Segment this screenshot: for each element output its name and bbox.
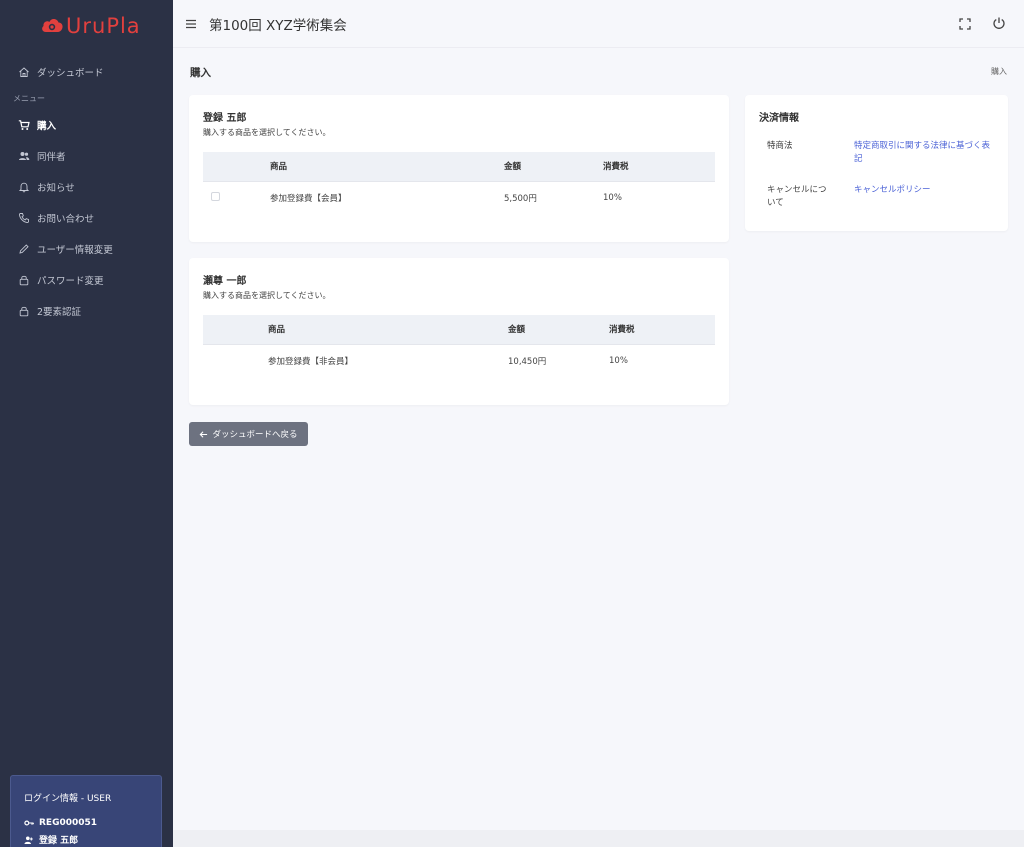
table-header-row: 商品 金額 消費税	[203, 152, 715, 181]
sidebar-section-label: メニュー	[13, 93, 45, 103]
sidebar-item-companions[interactable]: 同伴者	[0, 140, 173, 171]
sidebar-item-dashboard[interactable]: ダッシュボード	[0, 56, 173, 87]
table-row: 参加登録費【非会員】 10,450円 10%	[203, 343, 715, 378]
phone-icon	[17, 211, 30, 224]
row-empty-cell	[203, 343, 268, 378]
page-title: 購入	[190, 67, 211, 79]
sidebar-item-label: 購入	[37, 120, 57, 132]
hamburger-menu-icon[interactable]	[185, 16, 197, 30]
column-header-product: 商品	[270, 152, 504, 181]
login-name-row: 登録 五郎	[24, 833, 148, 846]
row-checkbox-cell	[203, 180, 270, 215]
sidebar: UruPla ダッシュボード メニュー 購入 同伴者 お知らせ お問い合わせ ユ…	[0, 0, 173, 847]
specified-commercial-transactions-link[interactable]: 特定商取引に関する法律に基づく表記	[854, 140, 996, 166]
card-subtitle: 購入する商品を選択してください。	[203, 291, 331, 300]
settlement-label: キャンセルについて	[767, 185, 827, 208]
product-table: 商品 金額 消費税 参加登録費【会員】 5,500円 10%	[203, 152, 715, 215]
login-info-box: ログイン情報 - USER REG000051 登録 五郎	[10, 775, 162, 847]
column-header-tax: 消費税	[603, 152, 715, 181]
fullscreen-icon[interactable]	[958, 16, 972, 30]
login-info-title: ログイン情報 - USER	[24, 794, 112, 804]
cart-icon	[17, 118, 30, 131]
back-button-label: ダッシュボードへ戻る	[212, 430, 298, 440]
cancel-policy-link[interactable]: キャンセルポリシー	[854, 184, 996, 197]
sidebar-item-label: お問い合わせ	[37, 213, 95, 225]
top-bar: 第100回 XYZ学術集会	[173, 0, 1024, 48]
footer	[173, 830, 1024, 847]
purchase-card: 登録 五郎 購入する商品を選択してください。 商品 金額 消費税 参加登録費【会…	[189, 95, 729, 242]
settlement-info-card: 決済情報 特商法 特定商取引に関する法律に基づく表記 キャンセルについて キャン…	[745, 95, 1008, 231]
bell-icon	[17, 180, 30, 193]
product-checkbox[interactable]	[211, 192, 220, 202]
breadcrumb: 購入	[991, 67, 1007, 76]
login-id-row: REG000051	[24, 818, 148, 828]
home-icon	[17, 65, 30, 78]
settlement-label: 特商法	[767, 141, 793, 151]
product-table: 商品 金額 消費税 参加登録費【非会員】 10,450円 10%	[203, 315, 715, 378]
lock-icon	[17, 304, 30, 317]
purchaser-name: 登録 五郎	[203, 113, 247, 124]
key-icon	[24, 820, 34, 826]
sidebar-item-label: お知らせ	[37, 182, 75, 194]
user-icon	[24, 836, 33, 844]
product-tax: 10%	[603, 180, 715, 215]
login-id: REG000051	[39, 818, 98, 828]
sidebar-item-password[interactable]: パスワード変更	[0, 264, 173, 295]
checkbox-column-header	[203, 315, 268, 344]
product-price: 10,450円	[508, 343, 609, 378]
column-header-tax: 消費税	[609, 315, 715, 344]
purchase-card: 瀬尊 一郎 購入する商品を選択してください。 商品 金額 消費税 参加登録費【非…	[189, 258, 729, 405]
sidebar-nav: ダッシュボード メニュー 購入 同伴者 お知らせ お問い合わせ ユーザー情報変更…	[0, 56, 173, 326]
product-name: 参加登録費【非会員】	[268, 343, 508, 378]
sidebar-item-contact[interactable]: お問い合わせ	[0, 202, 173, 233]
column-header-price: 金額	[508, 315, 609, 344]
product-name: 参加登録費【会員】	[270, 180, 504, 215]
logo-text: UruPla	[66, 14, 141, 38]
table-row: 参加登録費【会員】 5,500円 10%	[203, 180, 715, 215]
sidebar-item-label: ユーザー情報変更	[37, 244, 113, 256]
sidebar-item-label: 同伴者	[37, 151, 66, 163]
arrow-left-icon	[200, 430, 208, 438]
product-price: 5,500円	[504, 180, 603, 215]
column-header-price: 金額	[504, 152, 603, 181]
purchaser-name: 瀬尊 一郎	[203, 276, 247, 287]
sidebar-item-user-info[interactable]: ユーザー情報変更	[0, 233, 173, 264]
back-to-dashboard-button[interactable]: ダッシュボードへ戻る	[189, 422, 308, 446]
sidebar-item-2fa[interactable]: 2要素認証	[0, 295, 173, 326]
sidebar-item-purchase[interactable]: 購入	[0, 109, 173, 140]
product-tax: 10%	[609, 343, 715, 378]
table-header-row: 商品 金額 消費税	[203, 315, 715, 344]
pencil-icon	[17, 242, 30, 255]
checkbox-column-header	[203, 152, 270, 181]
login-name: 登録 五郎	[39, 836, 79, 846]
sidebar-item-notices[interactable]: お知らせ	[0, 171, 173, 202]
sidebar-item-label: 2要素認証	[37, 306, 82, 318]
column-header-product: 商品	[268, 315, 508, 344]
sidebar-item-label: パスワード変更	[37, 275, 104, 287]
main-content: 購入 購入 登録 五郎 購入する商品を選択してください。 商品 金額 消費税 参…	[173, 48, 1024, 830]
cloud-logo-icon	[40, 15, 64, 37]
event-title: 第100回 XYZ学術集会	[209, 18, 347, 34]
users-icon	[17, 149, 30, 162]
sidebar-item-label: ダッシュボード	[37, 67, 104, 79]
card-subtitle: 購入する商品を選択してください。	[203, 128, 331, 137]
lock-icon	[17, 273, 30, 286]
power-logout-icon[interactable]	[992, 15, 1006, 29]
settlement-title: 決済情報	[759, 113, 799, 124]
logo[interactable]: UruPla	[40, 14, 141, 38]
